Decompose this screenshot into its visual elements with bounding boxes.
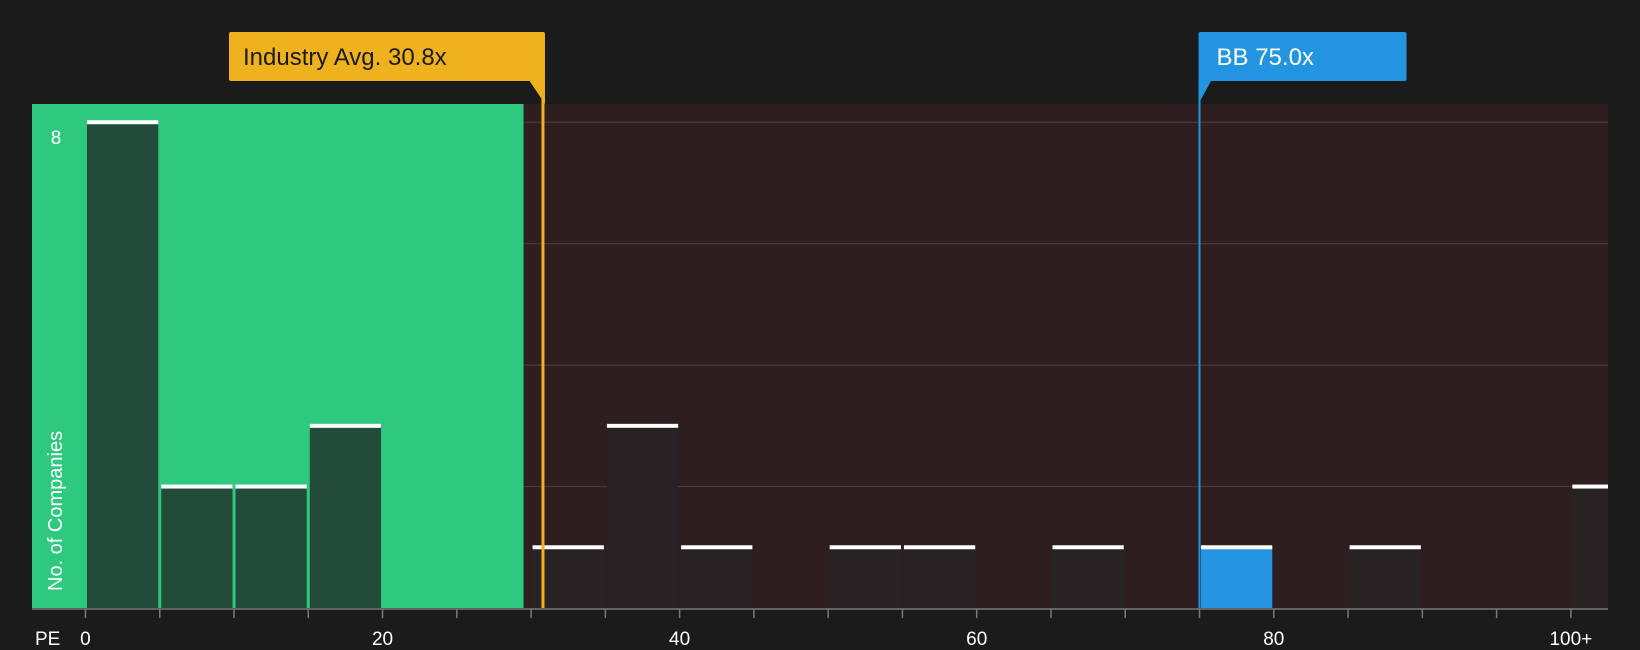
bar-cap	[1572, 484, 1608, 489]
bar-cap	[161, 484, 233, 489]
x-tick-label: 0	[80, 629, 91, 650]
histogram-bar	[161, 486, 233, 608]
bar-cap	[1201, 545, 1273, 550]
y-tick-label: 8	[51, 128, 62, 149]
histogram-bar	[235, 486, 307, 608]
bar-cap	[829, 545, 901, 550]
industry-avg-label: Industry Avg. 30.8x	[243, 44, 447, 71]
histogram-bar	[309, 425, 382, 608]
x-axis-label: PE	[35, 629, 60, 650]
histogram-bar	[1052, 547, 1124, 608]
histogram-bar	[1349, 547, 1421, 608]
company-pe-label: BB 75.0x	[1217, 44, 1314, 71]
bar-cap	[235, 484, 307, 489]
bar-cap	[903, 545, 976, 550]
histogram-bar	[1572, 486, 1608, 608]
x-tick-label: 80	[1263, 629, 1284, 650]
y-axis-label: No. of Companies	[45, 431, 67, 591]
x-tick-label: 100+	[1549, 629, 1592, 650]
x-tick-label: 60	[966, 629, 987, 650]
bar-cap	[86, 120, 159, 125]
histogram-bar	[1201, 547, 1273, 608]
bar-cap	[606, 423, 679, 428]
histogram-bar	[606, 425, 679, 608]
bar-cap	[309, 423, 382, 428]
x-tick-label: 20	[372, 629, 393, 650]
company-pe-callout-pointer	[1198, 80, 1212, 104]
histogram-bar	[681, 547, 753, 608]
histogram-bar	[903, 547, 976, 608]
bar-cap	[1052, 545, 1124, 550]
x-tick-label: 40	[669, 629, 690, 650]
bar-cap	[1349, 545, 1421, 550]
overvalued-zone	[523, 104, 1608, 608]
histogram-bar	[86, 122, 159, 609]
pe-distribution-chart: Industry Avg. 30.8x BB 75.0x 0 20 40 60 80 100…	[32, 32, 1608, 650]
bar-cap	[681, 545, 753, 550]
histogram-bar	[829, 547, 901, 608]
x-axis: 0 20 40 60 80 100+ PE	[32, 608, 1608, 650]
